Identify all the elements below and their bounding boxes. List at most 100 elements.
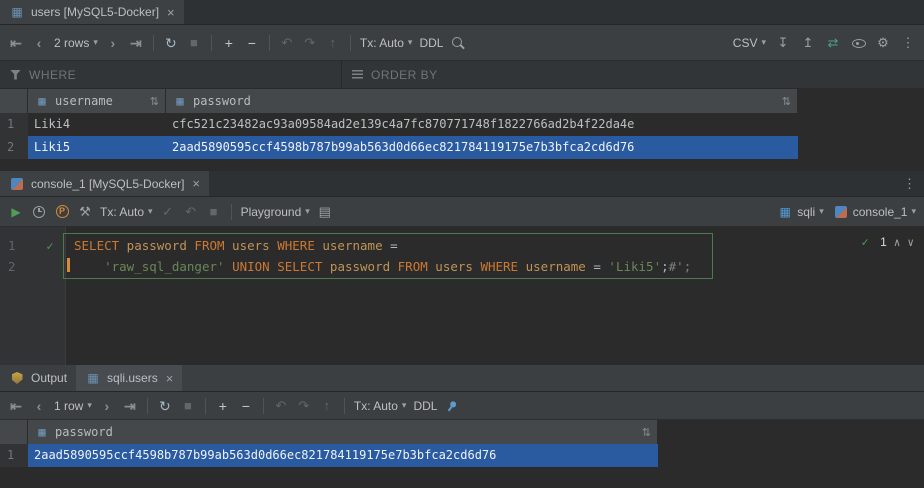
next-page-icon[interactable]: › — [99, 398, 115, 414]
first-page-icon[interactable]: ⇤ — [8, 35, 24, 51]
undo-icon[interactable]: ↶ — [279, 35, 295, 51]
tab-output[interactable]: Output — [0, 365, 76, 391]
cell-username[interactable]: Liki5 — [28, 136, 166, 159]
where-filter-field[interactable]: WHERE — [0, 61, 342, 88]
column-header-password[interactable]: ▦ password ⇅ — [28, 420, 658, 444]
sql-editor[interactable]: 1 ✓ SELECT password FROM users WHERE use… — [0, 227, 924, 365]
toolbar-separator — [269, 35, 270, 51]
row-number[interactable]: 1 — [0, 444, 28, 467]
add-row-icon[interactable]: + — [221, 35, 237, 51]
row-number[interactable]: 2 — [0, 136, 28, 159]
prev-result-icon[interactable]: ∧ — [894, 236, 901, 249]
editor-line[interactable]: 2 'raw_sql_danger' UNION SELECT password… — [0, 256, 924, 277]
grid-corner-cell[interactable] — [0, 89, 28, 113]
tx-mode-dropdown[interactable]: Tx: Auto ▾ — [354, 399, 407, 413]
grid-corner-cell[interactable] — [0, 420, 28, 444]
close-icon[interactable]: × — [166, 372, 174, 385]
next-result-icon[interactable]: ∨ — [907, 236, 914, 249]
editor-line[interactable]: 1 ✓ SELECT password FROM users WHERE use… — [0, 235, 924, 256]
cell-password[interactable]: cfc521c23482ac93a09584ad2e139c4a7fc87077… — [166, 113, 798, 136]
console-settings-icon[interactable]: ⚒ — [77, 204, 93, 220]
table-row[interactable]: 1 Liki4 cfc521c23482ac93a09584ad2e139c4a… — [0, 113, 924, 136]
table-icon: ▦ — [85, 370, 101, 386]
cell-password[interactable]: 2aad5890595ccf4598b787b99ab563d0d66ec821… — [28, 444, 658, 467]
last-page-icon[interactable]: ⇥ — [122, 398, 138, 414]
playground-dropdown[interactable]: Playground ▾ — [241, 205, 310, 219]
last-page-icon[interactable]: ⇥ — [128, 35, 144, 51]
console-toolbar-right: ▦ sqli ▾ console_1 ▾ — [777, 204, 916, 220]
prev-page-icon[interactable]: ‹ — [31, 35, 47, 51]
tx-mode-dropdown[interactable]: Tx: Auto ▾ — [100, 205, 153, 219]
commit-icon[interactable]: ✓ — [160, 204, 176, 220]
redo-icon[interactable]: ↷ — [296, 398, 312, 414]
session-dropdown[interactable]: console_1 ▾ — [833, 204, 916, 220]
chevron-down-icon: ▾ — [402, 400, 407, 411]
parameters-icon[interactable]: P — [54, 204, 70, 220]
csv-format-dropdown[interactable]: CSV ▾ — [733, 36, 766, 50]
chevron-down-icon: ▾ — [305, 206, 310, 217]
order-by-filter-field[interactable]: ORDER BY — [342, 61, 924, 88]
history-icon[interactable] — [31, 204, 47, 220]
tab-users-grid[interactable]: ▦ users [MySQL5-Docker] × — [0, 0, 184, 24]
page-size-dropdown[interactable]: 1 row ▾ — [54, 399, 92, 413]
table-row-selected[interactable]: 1 2aad5890595ccf4598b787b99ab563d0d66ec8… — [0, 444, 924, 467]
close-icon[interactable]: × — [167, 6, 175, 19]
column-name: password — [55, 425, 113, 439]
output-layout-icon[interactable]: ▤ — [317, 204, 333, 220]
preview-eye-icon[interactable] — [850, 35, 866, 51]
close-icon[interactable]: × — [192, 177, 200, 190]
refresh-icon[interactable]: ↻ — [163, 35, 179, 51]
cell-username[interactable]: Liki4 — [28, 113, 166, 136]
delete-row-icon[interactable]: − — [238, 398, 254, 414]
grid-bottom-spacer — [0, 159, 924, 171]
ddl-button[interactable]: DDL — [419, 36, 443, 50]
code-line[interactable]: 'raw_sql_danger' UNION SELECT password F… — [66, 256, 691, 277]
data-extractor-icon[interactable]: ⇄ — [825, 35, 841, 51]
toolbar-separator — [344, 398, 345, 414]
search-icon[interactable] — [450, 35, 466, 51]
sort-icon[interactable]: ⇅ — [782, 95, 791, 108]
add-row-icon[interactable]: + — [215, 398, 231, 414]
undo-icon[interactable]: ↶ — [273, 398, 289, 414]
next-page-icon[interactable]: › — [105, 35, 121, 51]
schema-dropdown[interactable]: ▦ sqli ▾ — [777, 204, 824, 220]
tab-console[interactable]: console_1 [MySQL5-Docker] × — [0, 171, 209, 196]
stop-icon[interactable]: ■ — [206, 204, 222, 220]
table-row-selected[interactable]: 2 Liki5 2aad5890595ccf4598b787b99ab563d0… — [0, 136, 924, 159]
run-icon[interactable]: ▶ — [8, 204, 24, 220]
refresh-icon[interactable]: ↻ — [157, 398, 173, 414]
sort-icon[interactable]: ⇅ — [642, 426, 651, 439]
row-number[interactable]: 1 — [0, 113, 28, 136]
cell-password[interactable]: 2aad5890595ccf4598b787b99ab563d0d66ec821… — [166, 136, 798, 159]
stop-icon[interactable]: ■ — [180, 398, 196, 414]
column-header-password[interactable]: ▦ password ⇅ — [166, 89, 798, 113]
redo-icon[interactable]: ↷ — [302, 35, 318, 51]
tab-bar-spacer — [184, 0, 924, 24]
more-options-icon[interactable]: ⋮ — [895, 171, 924, 196]
tx-mode-dropdown[interactable]: Tx: Auto ▾ — [360, 36, 413, 50]
settings-gear-icon[interactable]: ⚙ — [875, 35, 891, 51]
column-name: password — [193, 94, 251, 108]
more-options-icon[interactable]: ⋮ — [900, 35, 916, 51]
column-header-username[interactable]: ▦ username ⇅ — [28, 89, 166, 113]
tab-result-grid[interactable]: ▦ sqli.users × — [76, 365, 182, 391]
first-page-icon[interactable]: ⇤ — [8, 398, 24, 414]
where-placeholder: WHERE — [29, 68, 76, 82]
export-data-icon[interactable]: ↧ — [775, 35, 791, 51]
submit-icon[interactable]: ↑ — [325, 35, 341, 51]
console-icon — [833, 204, 849, 220]
chevron-down-icon: ▾ — [87, 400, 92, 411]
page-size-dropdown[interactable]: 2 rows ▾ — [54, 36, 98, 50]
sort-icon[interactable]: ⇅ — [150, 95, 159, 108]
prev-page-icon[interactable]: ‹ — [31, 398, 47, 414]
stop-icon[interactable]: ■ — [186, 35, 202, 51]
import-data-icon[interactable]: ↥ — [800, 35, 816, 51]
ddl-button[interactable]: DDL — [413, 399, 437, 413]
rollback-icon[interactable]: ↶ — [183, 204, 199, 220]
tx-mode-label: Tx: Auto — [100, 205, 144, 219]
toolbar-separator — [263, 398, 264, 414]
delete-row-icon[interactable]: − — [244, 35, 260, 51]
submit-icon[interactable]: ↑ — [319, 398, 335, 414]
code-line[interactable]: SELECT password FROM users WHERE usernam… — [66, 235, 398, 256]
pin-icon[interactable] — [444, 398, 460, 414]
